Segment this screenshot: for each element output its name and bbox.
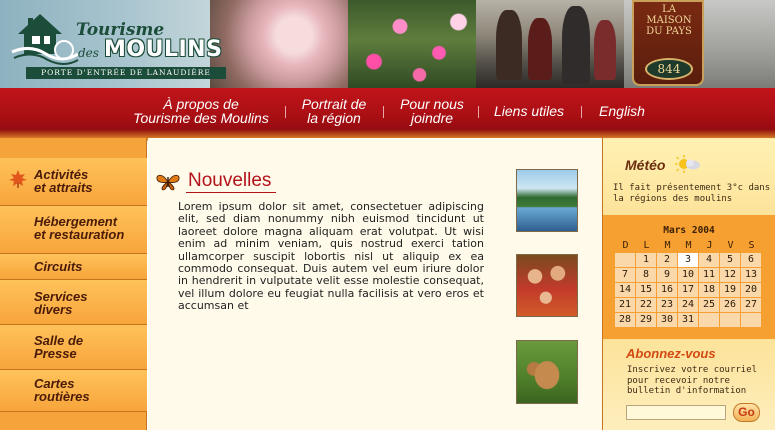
calendar-day[interactable]: 16 [657,283,677,297]
nav-item-line2: la région [307,110,361,126]
calendar-day[interactable]: 26 [720,298,740,312]
nav-separator [285,106,286,118]
calendar-empty-cell [720,313,740,327]
menu-label-line2: routières [34,389,90,404]
sign-number: 844 [645,58,693,80]
menu-label-line2: et restauration [34,227,125,242]
email-field[interactable] [626,405,726,420]
mill-house-icon [11,14,79,65]
calendar-dow: D [622,240,629,251]
calendar-day[interactable]: 19 [720,283,740,297]
calendar-dow: J [706,240,713,251]
calendar-dow: V [727,240,734,251]
calendar-day[interactable]: 6 [741,253,761,267]
sun-cloud-icon [675,155,700,173]
nav-item-line1: English [599,103,645,119]
nav-separator [383,106,384,118]
menu-item-presse[interactable]: Salle de Presse [0,325,147,370]
calendar-day[interactable]: 3 [678,253,698,267]
calendar-day[interactable]: 17 [678,283,698,297]
logo-title-bottom: MOULINS [104,37,223,62]
sign-text: LA MAISON DU PAYS [646,4,692,37]
calendar-day[interactable]: 11 [699,268,719,282]
calendar-day[interactable]: 29 [636,313,656,327]
butterfly-icon [156,174,180,191]
calendar-day[interactable]: 25 [699,298,719,312]
nav-item-a-propos[interactable]: À propos de Tourisme des Moulins [128,97,274,125]
calendar-day[interactable]: 8 [636,268,656,282]
menu-label-line2: Presse [34,346,77,361]
menu-item-hebergement[interactable]: Hébergement et restauration [0,206,147,254]
menu-item-circuits[interactable]: Circuits [0,254,147,280]
menu-label-line2: divers [34,302,73,317]
calendar-day[interactable]: 15 [636,283,656,297]
calendar-day[interactable]: 14 [615,283,635,297]
calendar-empty-cell [741,313,761,327]
logo-title-des: des [78,46,99,60]
nav-item-line1: À propos de [163,96,239,112]
blossom-photo [210,0,350,88]
calendar-day[interactable]: 28 [615,313,635,327]
newsletter-title: Abonnez-vous [626,346,716,361]
nav-item-joindre[interactable]: Pour nous joindre [392,97,472,125]
calendar-day[interactable]: 4 [699,253,719,267]
calendar-day[interactable]: 10 [678,268,698,282]
news-body: Lorem ipsum dolor sit amet, consectetuer… [178,200,484,313]
calendar-grid: 1 2 3 4 5 6 7 8 9 10 11 12 13 14 15 16 17 18 19 20 21 22 23 24 2… [615,253,762,329]
nav-item-line1: Portrait de [301,96,367,112]
flower-field-photo [348,0,478,88]
calendar-day[interactable]: 21 [615,298,635,312]
calendar-day[interactable]: 12 [720,268,740,282]
calendar-dow: L [643,240,650,251]
calendar-dow: M [664,240,671,251]
calendar-day[interactable]: 31 [678,313,698,327]
header-banner: LA MAISON DU PAYS 844 Tourisme des MOULI… [0,0,775,88]
calendar-day[interactable]: 23 [657,298,677,312]
news-title-underline [186,192,276,193]
nav-item-liens-utiles[interactable]: Liens utiles [488,104,570,118]
children-photo[interactable] [516,254,578,317]
go-button[interactable]: Go [733,403,760,422]
calendar-day[interactable]: 13 [741,268,761,282]
newsletter-text: Inscrivez votre courriel pour recevoir n… [627,365,758,396]
nav-item-portrait[interactable]: Portrait de la région [292,97,376,125]
nav-item-line1: Liens utiles [493,103,565,119]
main-nav [0,88,775,135]
news-title: Nouvelles [188,170,272,191]
menu-item-cartes[interactable]: Cartes routières [0,370,147,412]
calendar-day[interactable]: 9 [657,268,677,282]
nav-item-line1: Pour nous [400,96,464,112]
nav-item-line2: Tourisme des Moulins [133,110,269,126]
menu-label-line1: Circuits [34,259,83,274]
weather-text: Il fait présentement 3°c dans la régions… [613,183,771,204]
calendar-day[interactable]: 30 [657,313,677,327]
calendar-empty-cell [615,253,635,267]
nav-item-line2: joindre [410,110,454,126]
menu-item-services[interactable]: Services divers [0,280,147,325]
calendar-day[interactable]: 2 [657,253,677,267]
calendar-day[interactable]: 5 [720,253,740,267]
calendar-day[interactable]: 27 [741,298,761,312]
nav-separator [478,106,479,118]
people-photo [476,0,626,88]
calendar-day[interactable]: 18 [699,283,719,297]
calendar-dow: M [685,240,692,251]
calendar-day[interactable]: 7 [615,268,635,282]
weather-title: Météo [625,157,666,173]
calendar-day[interactable]: 24 [678,298,698,312]
calendar-empty-cell [699,313,719,327]
calendar-title: Mars 2004 [663,225,715,236]
calendar-day[interactable]: 1 [636,253,656,267]
calendar-day[interactable]: 20 [741,283,761,297]
cow-photo[interactable] [516,340,578,404]
calendar-dow: S [748,240,755,251]
nav-separator [581,106,582,118]
maple-leaf-icon [9,170,27,188]
calendar-day[interactable]: 22 [636,298,656,312]
logo-tagline: PORTE D'ENTRÉE DE LANAUDIÈRE [26,67,226,79]
menu-label-line2: et attraits [34,180,93,195]
menu-item-activites[interactable]: Activités et attraits [0,158,147,206]
nav-item-english[interactable]: English [592,104,652,118]
lake-photo[interactable] [516,169,578,232]
